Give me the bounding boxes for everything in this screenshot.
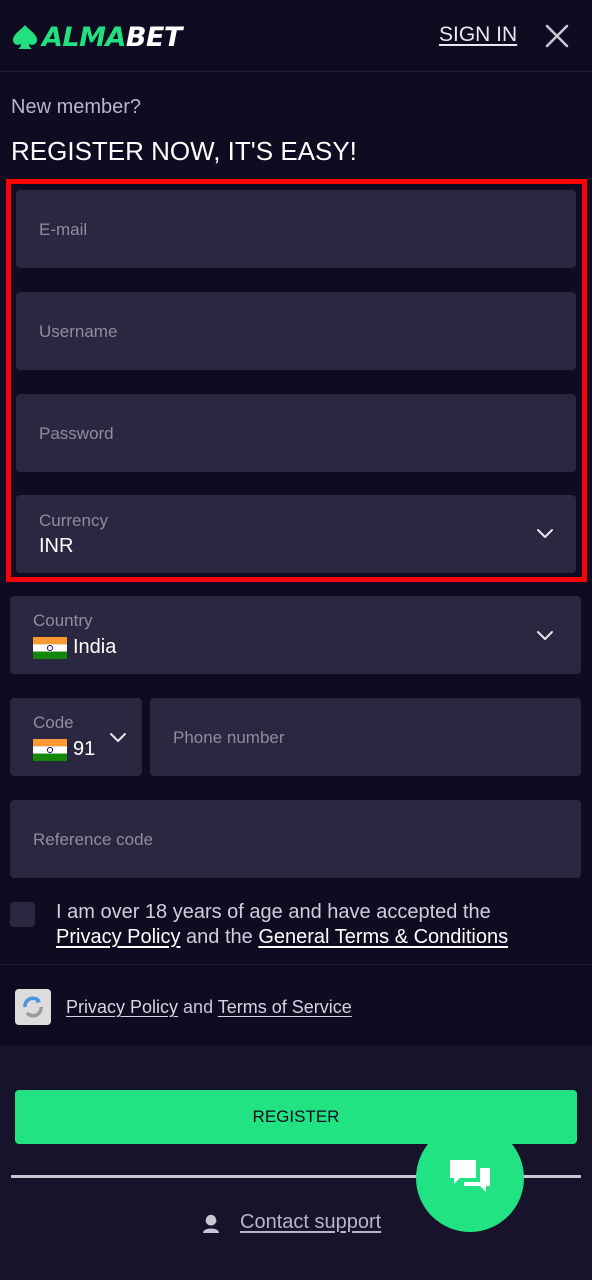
code-value: 91: [33, 738, 95, 761]
almabet-logo[interactable]: ALMABET: [10, 20, 182, 54]
chevron-down-icon: [537, 529, 553, 538]
age-terms-checkbox[interactable]: [10, 902, 35, 927]
new-member-text: New member?: [11, 96, 142, 118]
sign-in-link[interactable]: SIGN IN: [439, 23, 517, 47]
terms-statement: I am over 18 years of age and have accep…: [56, 901, 491, 923]
terms-and: and the: [186, 926, 253, 948]
page-title: REGISTER NOW, IT'S EASY!: [11, 136, 357, 166]
close-icon[interactable]: [541, 20, 573, 52]
recaptcha-icon: [15, 989, 51, 1025]
code-select[interactable]: Code 91: [10, 698, 142, 776]
country-text: India: [73, 636, 117, 658]
contact-support-text: Contact support: [240, 1211, 382, 1233]
terms-text: I am over 18 years of age and have accep…: [56, 900, 576, 950]
india-flag-icon: [33, 636, 67, 659]
phone-placeholder: Phone number: [173, 728, 285, 747]
currency-select[interactable]: Currency INR: [16, 495, 576, 573]
currency-value: INR: [39, 535, 74, 557]
username-placeholder: Username: [39, 322, 118, 341]
general-terms-link[interactable]: General Terms & Conditions: [258, 926, 508, 948]
chevron-down-icon: [537, 631, 553, 640]
reference-code-field[interactable]: Reference code: [10, 800, 581, 878]
phone-number-field[interactable]: Phone number: [150, 698, 581, 776]
spade-icon: [13, 25, 37, 49]
country-value: India: [33, 636, 116, 659]
agent-icon: [203, 1212, 219, 1233]
recaptcha-privacy-link[interactable]: Privacy Policy: [66, 997, 178, 1017]
currency-label: Currency: [39, 511, 108, 530]
chevron-down-icon: [110, 733, 126, 742]
country-select[interactable]: Country India: [10, 596, 581, 674]
india-flag-icon: [33, 738, 67, 761]
email-placeholder: E-mail: [39, 220, 88, 239]
chat-icon: [450, 1160, 490, 1192]
reference-placeholder: Reference code: [33, 830, 154, 849]
country-label: Country: [33, 611, 93, 630]
username-field[interactable]: Username: [16, 292, 576, 370]
header: ALMABET SIGN IN: [0, 0, 592, 72]
recaptcha-notice: Privacy Policy and Terms of Service: [0, 965, 592, 1045]
logo-wordmark: ALMABET: [42, 21, 182, 53]
code-text: 91: [73, 738, 96, 760]
email-field[interactable]: E-mail: [16, 190, 576, 268]
password-field[interactable]: Password: [16, 394, 576, 472]
live-chat-button[interactable]: [416, 1124, 524, 1232]
code-label: Code: [33, 713, 74, 732]
privacy-policy-link[interactable]: Privacy Policy: [56, 926, 180, 948]
terms-of-service-link[interactable]: Terms of Service: [218, 997, 352, 1017]
recaptcha-text: Privacy Policy and Terms of Service: [66, 997, 352, 1018]
password-placeholder: Password: [39, 424, 114, 443]
contact-support-link[interactable]: Contact support: [200, 1211, 381, 1234]
recaptcha-and: and: [183, 997, 214, 1017]
